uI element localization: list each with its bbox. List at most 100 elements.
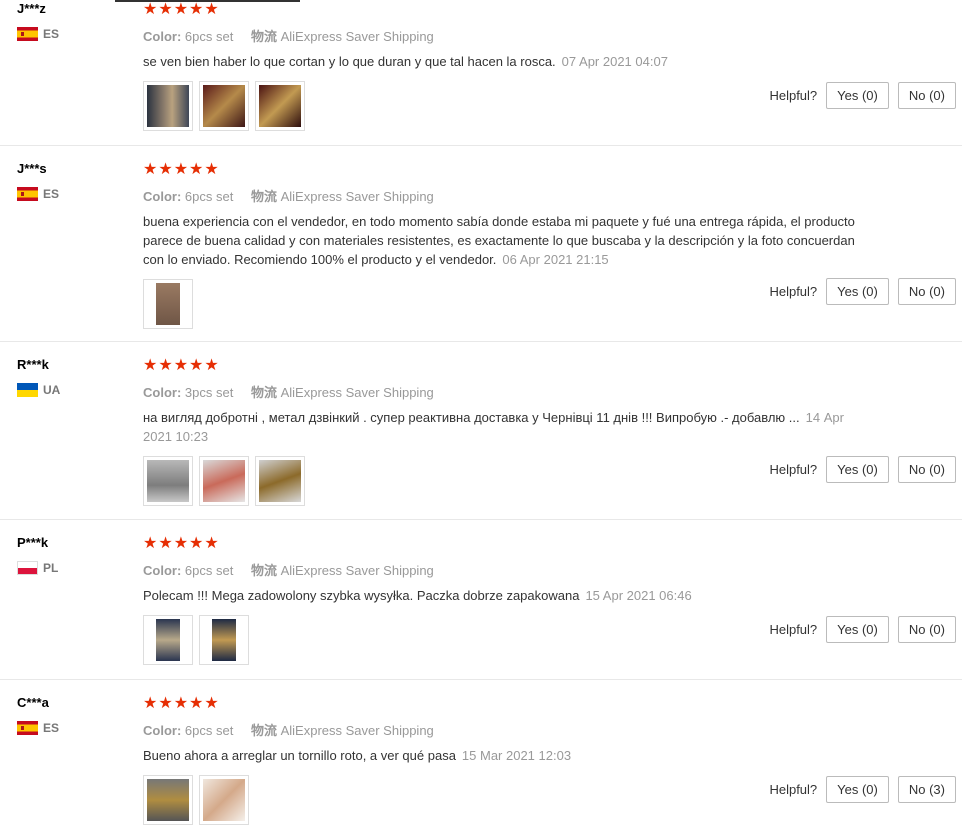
helpful-yes-button[interactable]: Yes (0)	[826, 82, 889, 109]
shipping-method: AliExpress Saver Shipping	[280, 563, 434, 578]
reviewer-country: PL	[17, 561, 58, 575]
reviewer-name: J***z	[17, 1, 46, 16]
logistics-label: 物流	[250, 723, 277, 738]
review-text: Polecam !!! Mega zadowolony szybka wysył…	[143, 586, 858, 605]
helpful-label: Helpful?	[769, 462, 818, 477]
spain-flag-icon	[17, 187, 38, 201]
helpful-yes-button[interactable]: Yes (0)	[826, 278, 889, 305]
star-rating: ★★★★★	[143, 695, 220, 712]
reviewer-country: ES	[17, 27, 59, 41]
star-rating: ★★★★★	[143, 535, 220, 552]
review-meta: Color: 6pcs set 物流 AliExpress Saver Ship…	[143, 186, 858, 205]
logistics-label: 物流	[250, 563, 277, 578]
helpful-no-button[interactable]: No (0)	[897, 278, 956, 305]
review-photo[interactable]	[143, 615, 193, 665]
reviewer-name: P***k	[17, 535, 49, 550]
helpful-no-button[interactable]: No (0)	[897, 616, 956, 643]
spain-flag-icon	[17, 27, 38, 41]
shipping-method: AliExpress Saver Shipping	[280, 29, 434, 44]
review-meta: Color: 6pcs set 物流 AliExpress Saver Ship…	[143, 26, 858, 45]
review-item: R***k UA ★★★★★ Color: 3pcs set 物流 AliExp…	[0, 342, 962, 520]
review-meta: Color: 6pcs set 物流 AliExpress Saver Ship…	[143, 720, 858, 739]
color-label: Color:	[143, 723, 182, 738]
reviewer-name: C***a	[17, 695, 49, 710]
review-photo[interactable]	[199, 615, 249, 665]
helpful-label: Helpful?	[769, 622, 818, 637]
shipping-method: AliExpress Saver Shipping	[280, 189, 434, 204]
reviewer-country: UA	[17, 383, 60, 397]
review-photo[interactable]	[143, 81, 193, 131]
helpful-yes-button[interactable]: Yes (0)	[826, 776, 889, 803]
helpful-vote: Helpful? Yes (0) No (3)	[769, 776, 956, 803]
review-photo[interactable]	[143, 456, 193, 506]
review-photos	[143, 615, 858, 665]
helpful-vote: Helpful? Yes (0) No (0)	[769, 616, 956, 643]
review-text: Bueno ahora a arreglar un tornillo roto,…	[143, 746, 858, 765]
country-code: ES	[43, 721, 60, 735]
logistics-label: 物流	[250, 29, 277, 44]
review-item: C***a ES ★★★★★ Color: 6pcs set 物流 AliExp…	[0, 680, 962, 829]
helpful-label: Helpful?	[769, 88, 818, 103]
review-date: 07 Apr 2021 04:07	[561, 54, 668, 69]
helpful-yes-button[interactable]: Yes (0)	[826, 616, 889, 643]
review-photo[interactable]	[199, 81, 249, 131]
review-body: se ven bien haber lo que cortan y lo que…	[143, 54, 556, 69]
shipping-method: AliExpress Saver Shipping	[280, 385, 434, 400]
review-photo[interactable]	[143, 279, 193, 329]
color-label: Color:	[143, 189, 182, 204]
spain-flag-icon	[17, 721, 38, 735]
color-value: 6pcs set	[184, 723, 234, 738]
review-photo[interactable]	[255, 81, 305, 131]
helpful-vote: Helpful? Yes (0) No (0)	[769, 278, 956, 305]
helpful-vote: Helpful? Yes (0) No (0)	[769, 456, 956, 483]
color-label: Color:	[143, 563, 182, 578]
helpful-no-button[interactable]: No (0)	[897, 82, 956, 109]
review-photos	[143, 81, 858, 131]
reviewer-country: ES	[17, 187, 59, 201]
star-rating: ★★★★★	[143, 161, 220, 178]
review-date: 15 Mar 2021 12:03	[461, 748, 572, 763]
review-item: P***k PL ★★★★★ Color: 6pcs set 物流 AliExp…	[0, 520, 962, 680]
helpful-no-button[interactable]: No (3)	[897, 776, 956, 803]
color-label: Color:	[143, 29, 182, 44]
review-text: buena experiencia con el vendedor, en to…	[143, 212, 858, 269]
country-code: ES	[43, 27, 60, 41]
review-date: 15 Apr 2021 06:46	[585, 588, 692, 603]
reviewer-name: R***k	[17, 357, 49, 372]
review-body: Polecam !!! Mega zadowolony szybka wysył…	[143, 588, 580, 603]
review-body: на вигляд добротні , метал дзвінкий . су…	[143, 410, 800, 425]
review-photos	[143, 279, 858, 329]
review-text: на вигляд добротні , метал дзвінкий . су…	[143, 408, 858, 446]
color-value: 3pcs set	[184, 385, 234, 400]
review-photo[interactable]	[143, 775, 193, 825]
helpful-yes-button[interactable]: Yes (0)	[826, 456, 889, 483]
country-code: UA	[43, 383, 61, 397]
country-code: ES	[43, 187, 60, 201]
color-label: Color:	[143, 385, 182, 400]
review-photo[interactable]	[199, 456, 249, 506]
logistics-label: 物流	[250, 189, 277, 204]
poland-flag-icon	[17, 561, 38, 575]
star-rating: ★★★★★	[143, 1, 220, 18]
helpful-label: Helpful?	[769, 284, 818, 299]
color-value: 6pcs set	[184, 29, 234, 44]
logistics-label: 物流	[250, 385, 277, 400]
review-date: 06 Apr 2021 21:15	[502, 252, 609, 267]
color-value: 6pcs set	[184, 563, 234, 578]
review-text: se ven bien haber lo que cortan y lo que…	[143, 52, 858, 71]
helpful-label: Helpful?	[769, 782, 818, 797]
review-item: J***s ES ★★★★★ Color: 6pcs set 物流 AliExp…	[0, 146, 962, 342]
review-body: buena experiencia con el vendedor, en to…	[143, 214, 855, 267]
helpful-vote: Helpful? Yes (0) No (0)	[769, 82, 956, 109]
review-photo[interactable]	[199, 775, 249, 825]
review-photo[interactable]	[255, 456, 305, 506]
ukraine-flag-icon	[17, 383, 38, 397]
helpful-no-button[interactable]: No (0)	[897, 456, 956, 483]
review-photos	[143, 456, 858, 506]
color-value: 6pcs set	[184, 189, 234, 204]
star-rating: ★★★★★	[143, 357, 220, 374]
reviewer-name: J***s	[17, 161, 47, 176]
review-meta: Color: 3pcs set 物流 AliExpress Saver Ship…	[143, 382, 858, 401]
review-item: J***z ES ★★★★★ Color: 6pcs set 物流 AliExp…	[0, 0, 962, 146]
country-code: PL	[43, 561, 59, 575]
